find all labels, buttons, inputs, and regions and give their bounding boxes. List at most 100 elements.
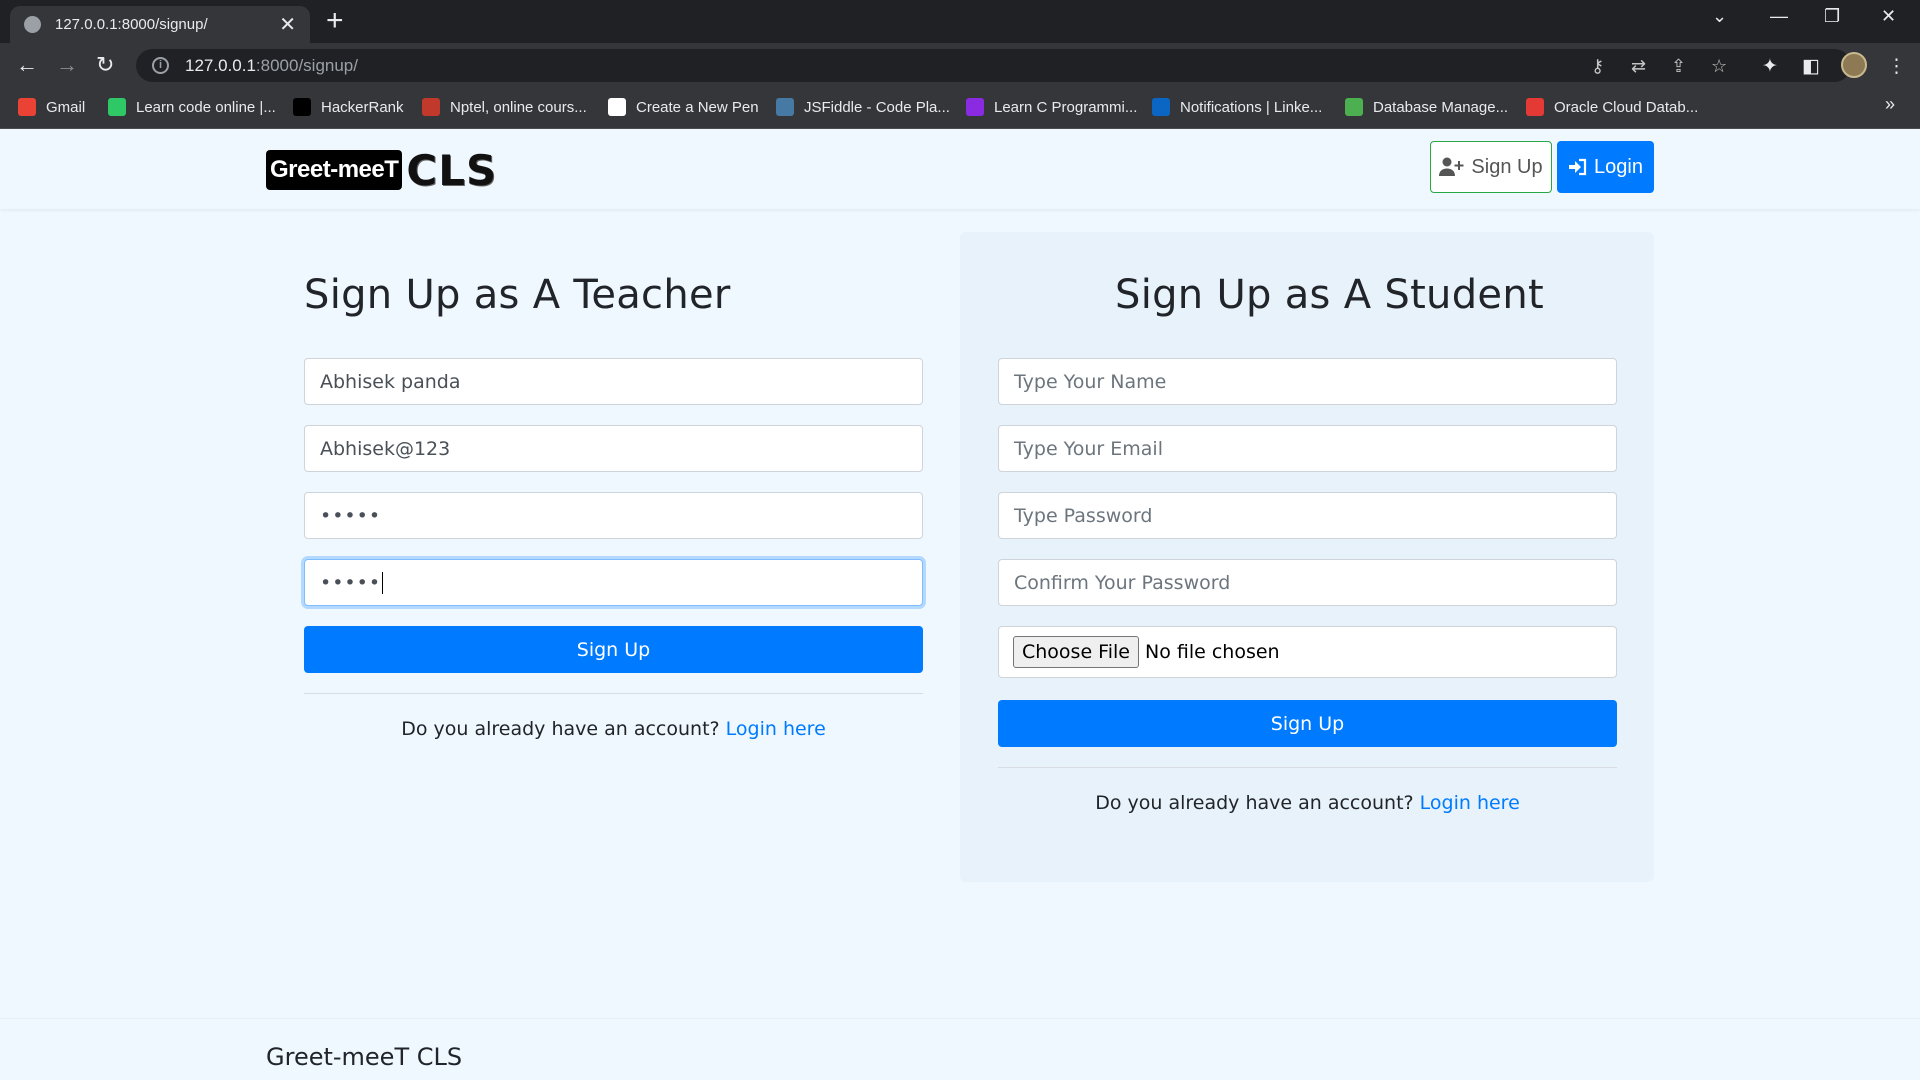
bookmark-item[interactable]: Database Manage... [1345,98,1508,116]
divider [304,693,923,694]
student-already-text: Do you already have an account? [1095,792,1414,814]
restore-button[interactable]: ❐ [1824,6,1840,27]
bookmark-label: JSFiddle - Code Pla... [804,98,950,116]
bookmarks-overflow-icon[interactable]: » [1885,94,1895,115]
student-login-prompt: Do you already have an account? Login he… [998,792,1617,814]
divider [998,767,1617,768]
no-file-chosen-text: No file chosen [1144,641,1280,663]
student-confirm-password-input[interactable]: Confirm Your Password [998,559,1617,606]
site-logo[interactable]: Greet-meeT CLS [266,145,498,195]
student-password-input[interactable]: Type Password [998,492,1617,539]
address-bar[interactable]: i 127.0.0.1:8000/signup/ ⚷ ⇄ ⇪ ☆ [136,49,1851,82]
student-confirm-placeholder: Confirm Your Password [1014,571,1231,594]
page-footer: Greet-meeT CLS [0,1018,1920,1080]
logo-text-part1: Greet-meeT [266,150,403,190]
nav-login-label: Login [1594,155,1643,178]
side-panel-icon[interactable]: ◧ [1802,57,1820,77]
url-host: 127.0.0.1 [185,55,256,75]
nav-login-button[interactable]: Login [1557,141,1654,193]
student-signup-panel: Sign Up as A Student Type Your Name Type… [960,232,1654,882]
user-plus-icon [1439,157,1464,176]
bookmark-favicon-icon [966,98,984,116]
site-info-icon[interactable]: i [152,57,169,74]
teacher-password-input[interactable]: ••••• [304,492,923,539]
close-window-button[interactable]: ✕ [1881,6,1896,27]
globe-icon [24,16,41,33]
bookmark-favicon-icon [1345,98,1363,116]
bookmark-item[interactable]: Learn code online |... [108,98,276,116]
back-arrow-icon[interactable]: ← [16,51,38,79]
reload-icon[interactable]: ↻ [96,51,114,79]
translate-icon[interactable]: ⇄ [1631,56,1646,76]
browser-toolbar: ← → ↻ i 127.0.0.1:8000/signup/ ⚷ ⇄ ⇪ ☆ ✦… [0,43,1920,88]
browser-tab-strip: 127.0.0.1:8000/signup/ ✕ + ⌄ — ❐ ✕ [0,0,1920,43]
student-file-input[interactable]: Choose File No file chosen [998,626,1617,678]
student-name-input[interactable]: Type Your Name [998,358,1617,405]
bookmark-favicon-icon [776,98,794,116]
student-signup-button[interactable]: Sign Up [998,700,1617,747]
student-email-placeholder: Type Your Email [1014,437,1163,460]
tab-search-icon[interactable]: ⌄ [1712,6,1727,27]
teacher-signup-panel: Sign Up as A Teacher Abhisek panda Abhis… [266,232,960,812]
new-tab-button[interactable]: + [326,6,344,36]
bookmark-item[interactable]: Learn C Programmi... [966,98,1137,116]
extensions-puzzle-icon[interactable]: ✦ [1762,57,1778,77]
teacher-already-text: Do you already have an account? [401,718,720,740]
student-title: Sign Up as A Student [1115,272,1544,318]
footer-brand: Greet-meeT CLS [266,1043,463,1071]
bookmark-item[interactable]: JSFiddle - Code Pla... [776,98,950,116]
bookmark-item[interactable]: Notifications | Linke... [1152,98,1322,116]
teacher-signup-button[interactable]: Sign Up [304,626,923,673]
bookmark-item[interactable]: HackerRank [293,98,404,116]
teacher-email-value: Abhisek@123 [320,437,451,460]
student-name-placeholder: Type Your Name [1014,370,1167,393]
bookmark-label: Learn code online |... [136,98,276,116]
key-icon[interactable]: ⚷ [1591,56,1604,76]
bookmark-favicon-icon [18,98,36,116]
choose-file-button[interactable]: Choose File [1013,636,1139,668]
teacher-confirm-value: ••••• [320,571,382,594]
bookmark-item[interactable]: Oracle Cloud Datab... [1526,98,1698,116]
sign-in-icon [1569,158,1587,176]
close-tab-icon[interactable]: ✕ [279,15,296,35]
url-path: :8000/signup/ [255,55,358,75]
teacher-name-value: Abhisek panda [320,370,461,393]
app-navbar: Greet-meeT CLS Sign Up Login [0,129,1920,209]
tab-title: 127.0.0.1:8000/signup/ [55,16,208,33]
logo-text-part2: CLS [406,145,498,195]
bookmark-label: Gmail [46,98,86,116]
teacher-login-link[interactable]: Login here [726,718,826,740]
teacher-login-prompt: Do you already have an account? Login he… [304,718,923,740]
bookmark-favicon-icon [108,98,126,116]
teacher-password-value: ••••• [320,504,382,527]
menu-kebab-icon[interactable]: ⋮ [1887,57,1906,77]
text-caret [382,571,384,594]
teacher-title: Sign Up as A Teacher [304,272,731,318]
bookmark-label: Database Manage... [1373,98,1509,116]
minimize-button[interactable]: — [1770,6,1788,27]
bookmark-item[interactable]: Gmail [18,98,85,116]
bookmark-label: Nptel, online cours... [450,98,587,116]
teacher-name-input[interactable]: Abhisek panda [304,358,923,405]
student-password-placeholder: Type Password [1014,504,1153,527]
teacher-email-input[interactable]: Abhisek@123 [304,425,923,472]
browser-tab[interactable]: 127.0.0.1:8000/signup/ ✕ [10,6,310,43]
bookmark-favicon-icon [1526,98,1544,116]
bookmark-label: Notifications | Linke... [1180,98,1323,116]
forward-arrow-icon[interactable]: → [56,51,78,79]
bookmarks-bar: Gmail Learn code online |... HackerRank Npt… [0,88,1920,129]
bookmark-label: Create a New Pen [636,98,759,116]
bookmark-item[interactable]: Nptel, online cours... [422,98,587,116]
teacher-confirm-password-input[interactable]: ••••• [304,559,923,606]
bookmark-favicon-icon [1152,98,1170,116]
profile-avatar[interactable] [1841,52,1867,78]
bookmark-label: HackerRank [321,98,404,116]
student-email-input[interactable]: Type Your Email [998,425,1617,472]
nav-signup-button[interactable]: Sign Up [1430,141,1552,193]
student-login-link[interactable]: Login here [1420,792,1520,814]
bookmark-item[interactable]: Create a New Pen [608,98,759,116]
bookmark-star-icon[interactable]: ☆ [1711,56,1727,76]
share-icon[interactable]: ⇪ [1671,56,1686,76]
bookmark-favicon-icon [422,98,440,116]
bookmark-favicon-icon [293,98,311,116]
